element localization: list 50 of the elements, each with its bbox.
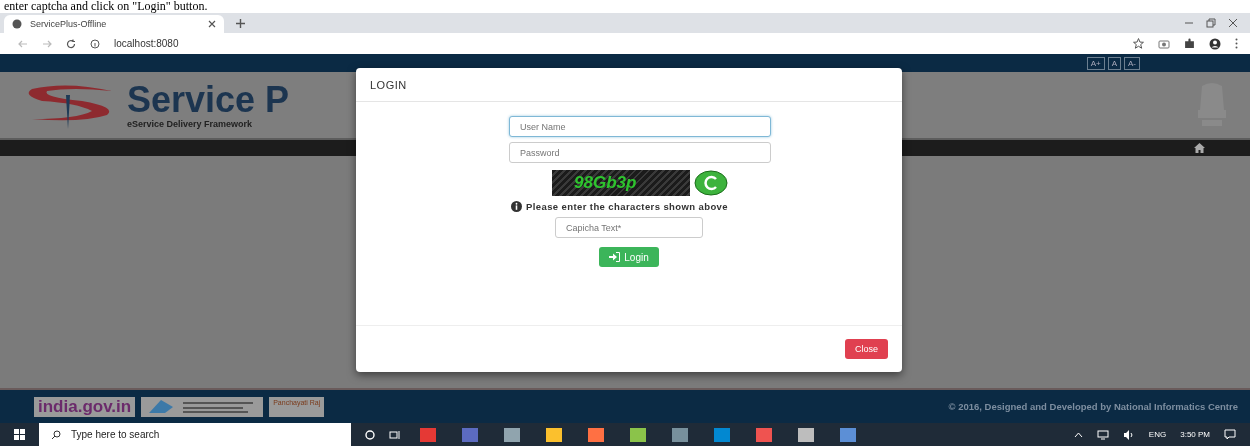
username-field[interactable]: User Name — [509, 116, 771, 137]
captcha-hint: Please enter the characters shown above — [526, 201, 728, 212]
app-icon[interactable] — [630, 427, 646, 442]
url-field[interactable]: localhost:8080 — [114, 38, 179, 49]
captcha-field[interactable]: Capicha Text* — [555, 217, 703, 238]
app-icon[interactable] — [504, 427, 520, 442]
camera-icon[interactable] — [1158, 38, 1170, 49]
notification-icon[interactable] — [1224, 429, 1236, 440]
search-field[interactable]: Type here to search — [39, 423, 351, 446]
font-size-button[interactable]: A+ — [1086, 56, 1105, 70]
language-indicator[interactable]: ENG — [1148, 430, 1167, 439]
app-icon[interactable] — [756, 427, 772, 442]
volume-icon[interactable] — [1122, 429, 1135, 440]
home-icon[interactable] — [1194, 143, 1205, 153]
copyright-text: © 2016, Designed and Developed by National Informatics Centre — [948, 401, 1238, 412]
windows-icon[interactable] — [14, 429, 25, 440]
clock[interactable]: 3:50 PM — [1180, 430, 1210, 439]
font-size-button[interactable]: A- — [1124, 56, 1140, 70]
sign-in-icon — [609, 252, 621, 262]
info-icon — [511, 201, 522, 212]
caption-text: enter captcha and click on "Login" button. — [3, 0, 208, 13]
profile-icon[interactable] — [1209, 37, 1221, 50]
app-icon[interactable] — [672, 427, 688, 442]
close-button[interactable]: Close — [845, 339, 888, 359]
network-icon[interactable] — [1096, 429, 1109, 440]
cortana-icon[interactable] — [365, 429, 375, 440]
app-icon[interactable] — [798, 427, 814, 442]
app-icon[interactable] — [588, 427, 604, 442]
new-tab-icon[interactable] — [236, 18, 245, 28]
task-view-icon[interactable] — [389, 429, 400, 440]
app-icon[interactable] — [714, 427, 730, 442]
swoosh-logo-icon[interactable] — [141, 396, 264, 417]
refresh-icon[interactable] — [694, 170, 728, 196]
reload-icon[interactable] — [66, 38, 76, 49]
search-icon — [51, 429, 61, 440]
app-icon[interactable] — [840, 427, 856, 442]
chevron-icon[interactable] — [1073, 431, 1083, 438]
dialog-title: LOGIN — [370, 78, 407, 91]
font-size-button[interactable]: A — [1107, 56, 1121, 70]
restore-icon[interactable] — [1206, 18, 1216, 28]
close-icon[interactable] — [1228, 18, 1238, 28]
star-icon[interactable] — [1133, 38, 1144, 49]
app-icon[interactable] — [546, 427, 562, 442]
password-field[interactable]: Password — [509, 142, 771, 163]
captcha-image: 98Gb3p — [552, 170, 690, 196]
logo-title: Service P — [127, 81, 290, 119]
logo-subtitle: eService Delivery Framework — [127, 119, 254, 129]
menu-icon[interactable] — [1235, 38, 1238, 49]
close-icon[interactable] — [208, 20, 216, 28]
info-icon[interactable] — [90, 38, 100, 49]
